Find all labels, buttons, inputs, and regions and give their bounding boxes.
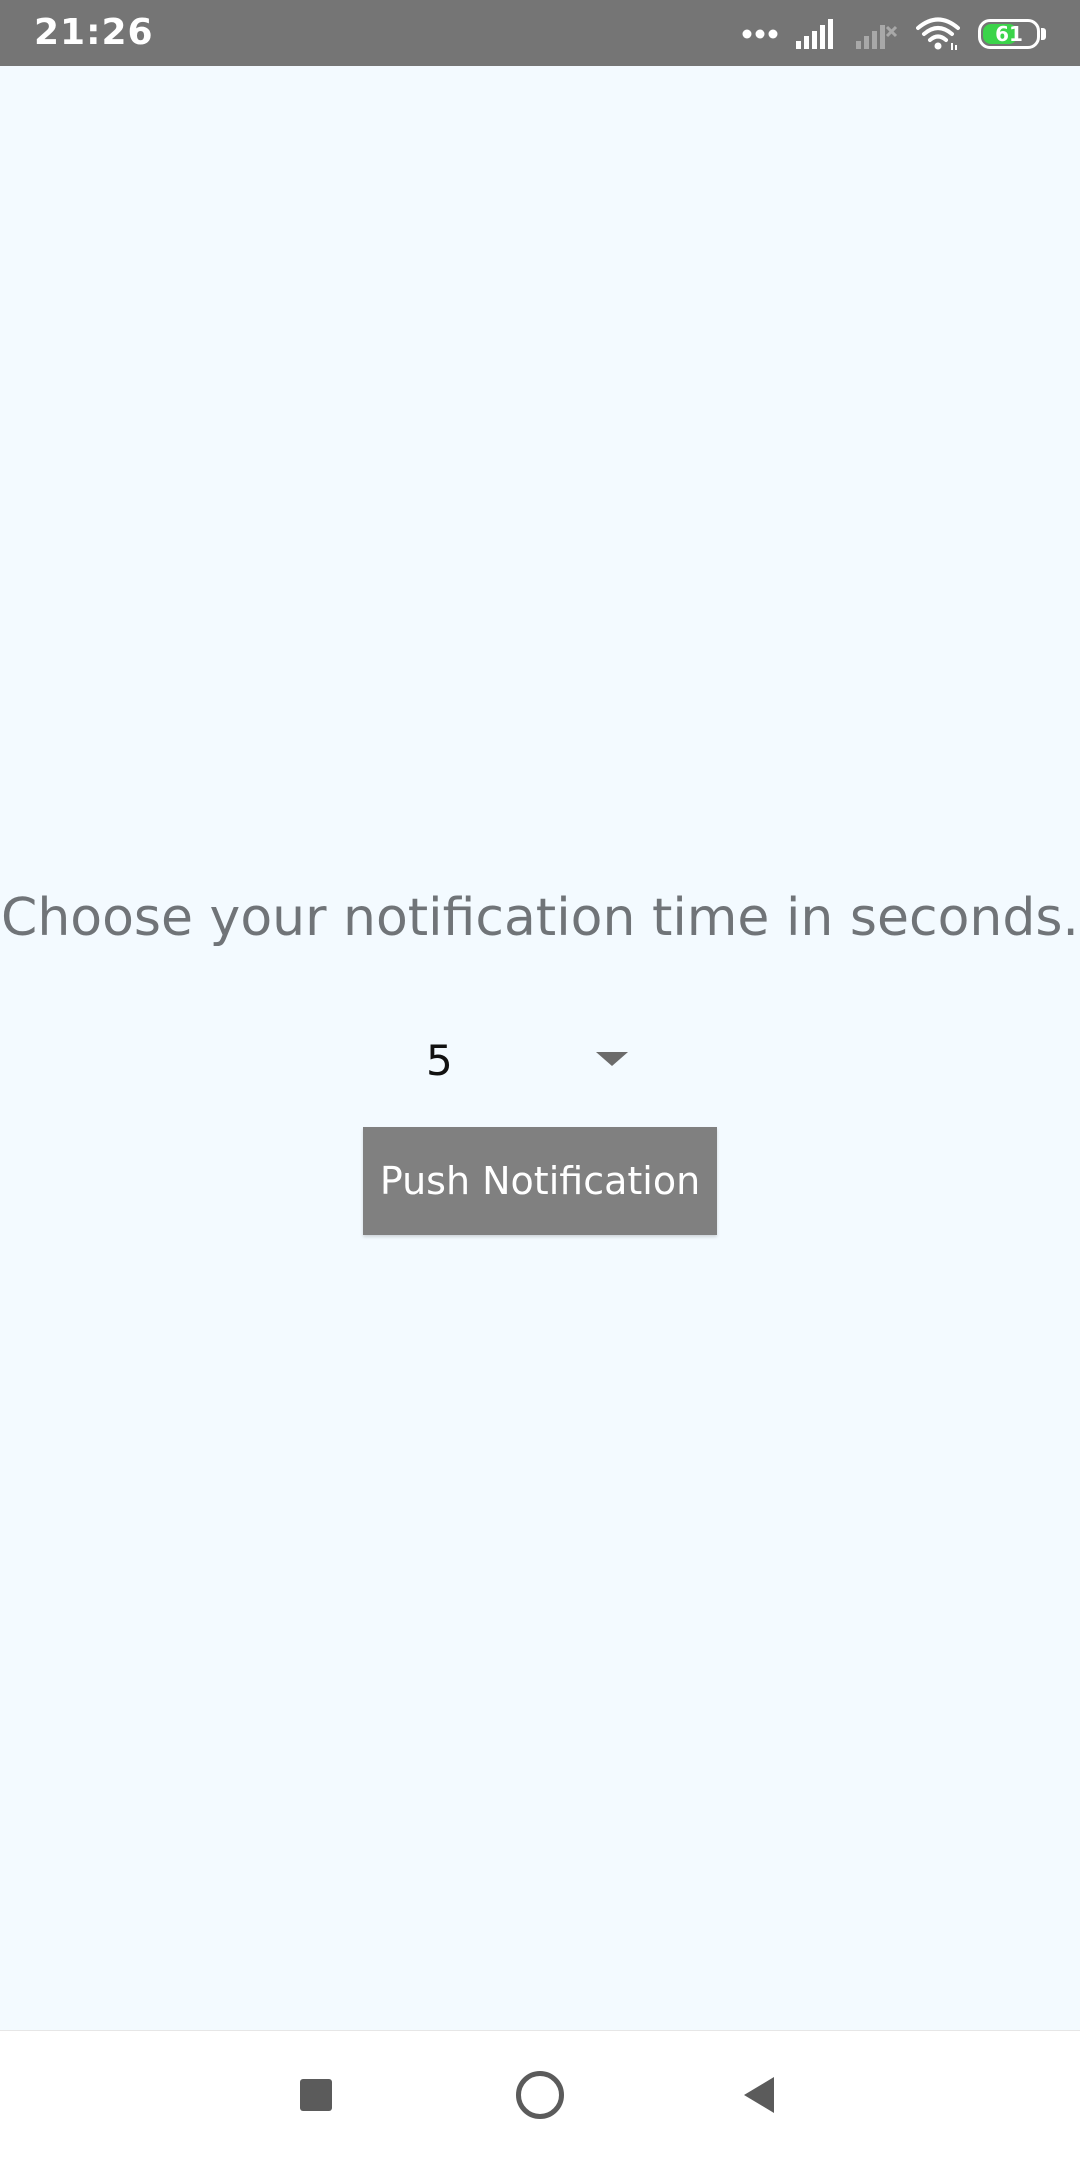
status-time: 21:26 [34,12,154,53]
notification-time-prompt: Choose your notification time in seconds… [1,888,1079,948]
signal-no-service-icon [856,19,898,49]
status-icons: 61 [742,14,1046,54]
seconds-dropdown-value: 5 [426,1036,453,1085]
wifi-icon [916,17,960,51]
signal-icon [796,19,838,49]
more-dots-icon [742,28,778,40]
push-notification-button[interactable]: Push Notification [363,1127,717,1235]
back-icon[interactable] [744,2077,774,2113]
status-bar: 21:26 61 [0,0,1080,66]
home-icon[interactable] [516,2071,564,2119]
battery-icon: 61 [978,19,1046,49]
screen: 21:26 61 Choose your notification time i… [0,0,1080,2160]
navigation-bar [0,2030,1080,2160]
dropdown-arrow-icon [596,1052,628,1066]
battery-level: 61 [995,22,1023,46]
seconds-dropdown[interactable]: 5 [412,1020,642,1100]
recent-apps-icon[interactable] [300,2079,332,2111]
